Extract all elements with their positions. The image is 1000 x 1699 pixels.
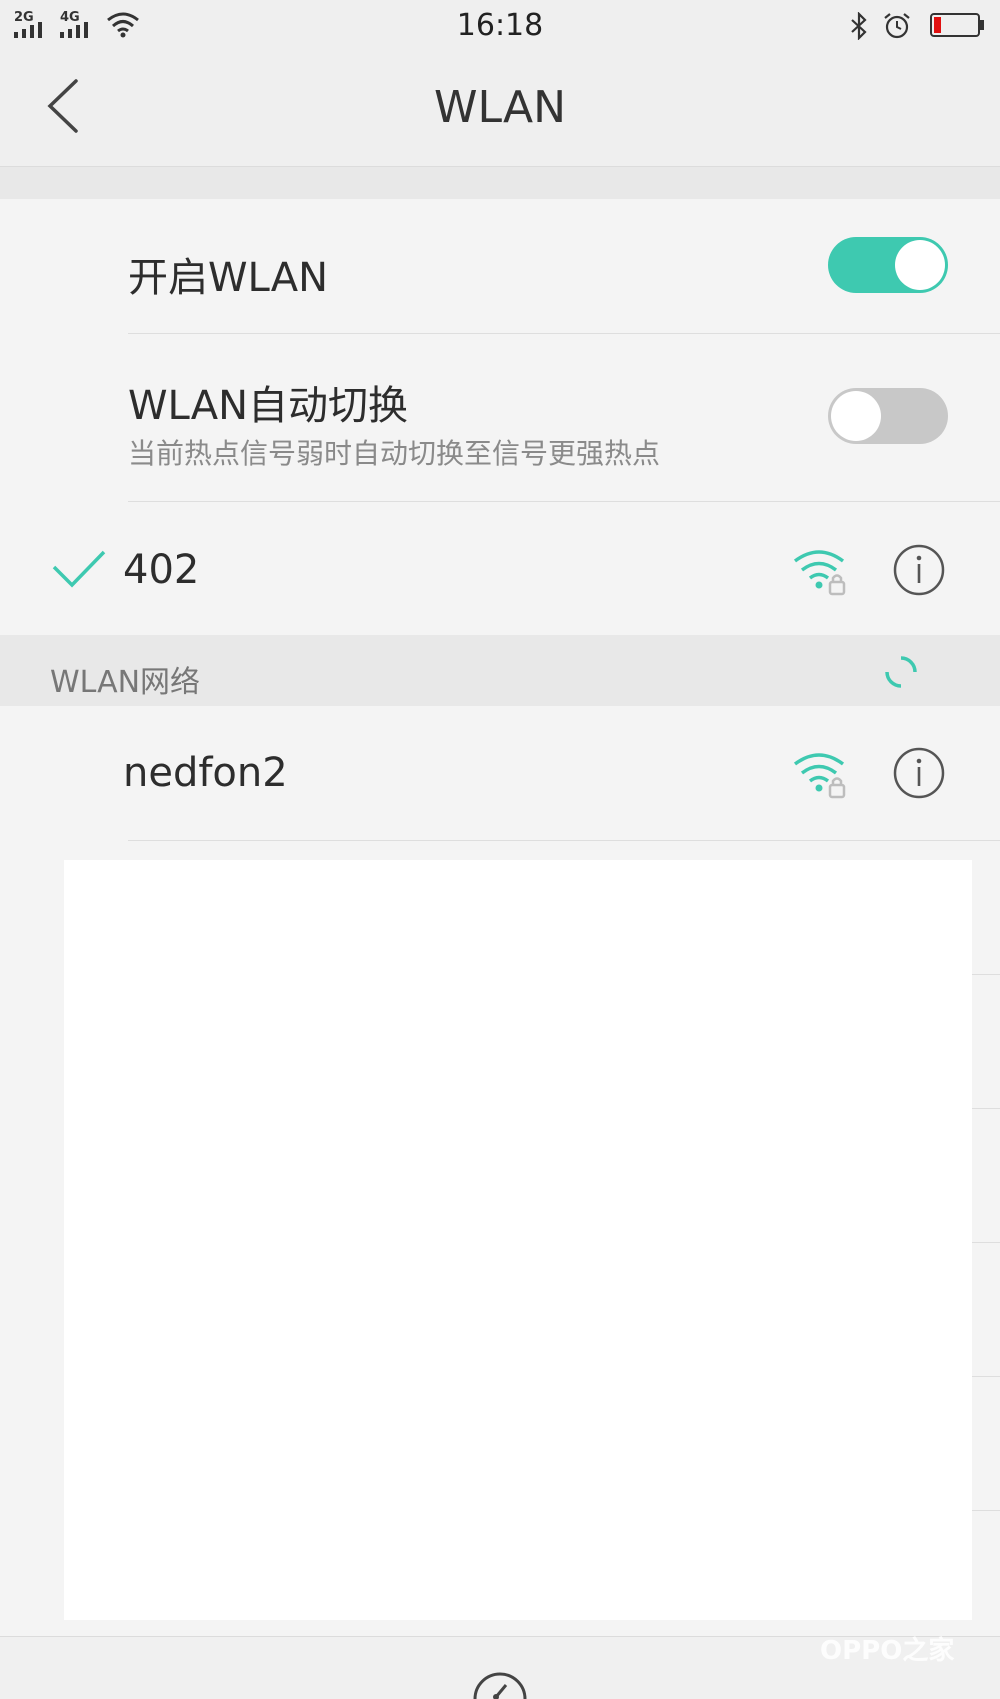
wifi-lock-icon	[793, 550, 846, 596]
section-label: WLAN网络	[50, 665, 201, 700]
alarm-icon	[884, 13, 910, 39]
auto-switch-label: WLAN自动切换	[128, 383, 409, 429]
battery-low-icon	[930, 13, 984, 37]
connected-network-row[interactable]: 402	[0, 503, 1000, 635]
divider	[128, 840, 1000, 841]
navigation-bar: WLAN	[0, 52, 1000, 167]
bluetooth-icon	[851, 12, 867, 40]
divider	[972, 1108, 1000, 1109]
enable-wlan-toggle[interactable]	[828, 237, 948, 293]
watermark-logo: OPPO之家	[820, 1636, 955, 1666]
status-bar: 2G 4G 16:18	[0, 0, 1000, 52]
enable-wlan-row[interactable]: 开启WLAN	[0, 199, 1000, 334]
auto-switch-row[interactable]: WLAN自动切换 当前热点信号弱时自动切换至信号更强热点	[0, 335, 1000, 502]
divider	[972, 974, 1000, 975]
section-spacer	[0, 167, 1000, 199]
divider	[128, 501, 1000, 502]
divider	[972, 1242, 1000, 1243]
connected-network-ssid: 402	[123, 547, 200, 593]
network-ssid: nedfon2	[123, 750, 288, 796]
network-list-item[interactable]: nedfon2	[0, 706, 1000, 841]
loading-spinner-icon	[885, 656, 917, 688]
enable-wlan-label: 开启WLAN	[128, 255, 329, 301]
divider	[972, 1510, 1000, 1511]
wlan-networks-header: WLAN网络	[0, 635, 1000, 706]
blank-overlay-panel	[64, 860, 972, 1620]
info-icon[interactable]	[892, 746, 946, 800]
speed-test-icon[interactable]	[472, 1663, 528, 1699]
divider	[972, 1376, 1000, 1377]
wifi-lock-icon	[793, 753, 846, 799]
auto-switch-toggle[interactable]	[828, 388, 948, 444]
info-icon[interactable]	[892, 543, 946, 597]
auto-switch-description: 当前热点信号弱时自动切换至信号更强热点	[128, 437, 661, 470]
checkmark-icon	[52, 550, 106, 588]
page-title: WLAN	[433, 82, 567, 133]
divider	[128, 333, 1000, 334]
